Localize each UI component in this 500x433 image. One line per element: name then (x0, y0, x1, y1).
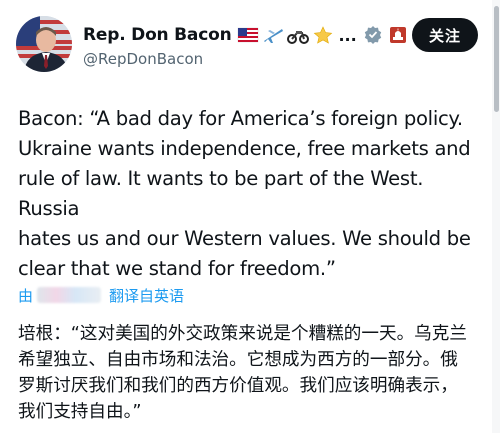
us-flag-icon (237, 26, 259, 44)
tweet-text: Bacon: “A bad day for America’s foreign … (18, 107, 471, 280)
translation-attribution: 由 翻译自英语 (18, 283, 184, 307)
motorcycle-icon (287, 26, 310, 44)
scrollbar-thumb[interactable] (494, 6, 499, 112)
profile-badges: ... (237, 26, 408, 45)
gray-verified-badge-icon[interactable] (362, 26, 384, 44)
avatar[interactable] (16, 16, 72, 72)
star-icon (312, 26, 334, 44)
follow-button[interactable]: 关注 (412, 18, 478, 52)
translator-name-redacted (37, 287, 102, 303)
scrollbar[interactable] (492, 0, 500, 433)
airplane-icon (262, 26, 284, 44)
user-handle[interactable]: @RepDonBacon (83, 50, 203, 68)
translated-tweet-text: 培根：“这对美国的外交政策来说是个糟糕的一天。乌克兰 希望独立、自由市场和法治。… (18, 324, 467, 422)
name-row: Rep. Don Bacon ... (83, 22, 409, 48)
us-capitol-icon[interactable] (387, 26, 409, 44)
badges-ellipsis: ... (338, 25, 357, 45)
display-name[interactable]: Rep. Don Bacon (83, 25, 232, 45)
translation-prefix: 由 (18, 286, 34, 305)
translated-from-english-link[interactable]: 翻译自英语 (109, 285, 184, 306)
tweet-header: Rep. Don Bacon ... @RepDonBacon 关注 (16, 16, 484, 72)
